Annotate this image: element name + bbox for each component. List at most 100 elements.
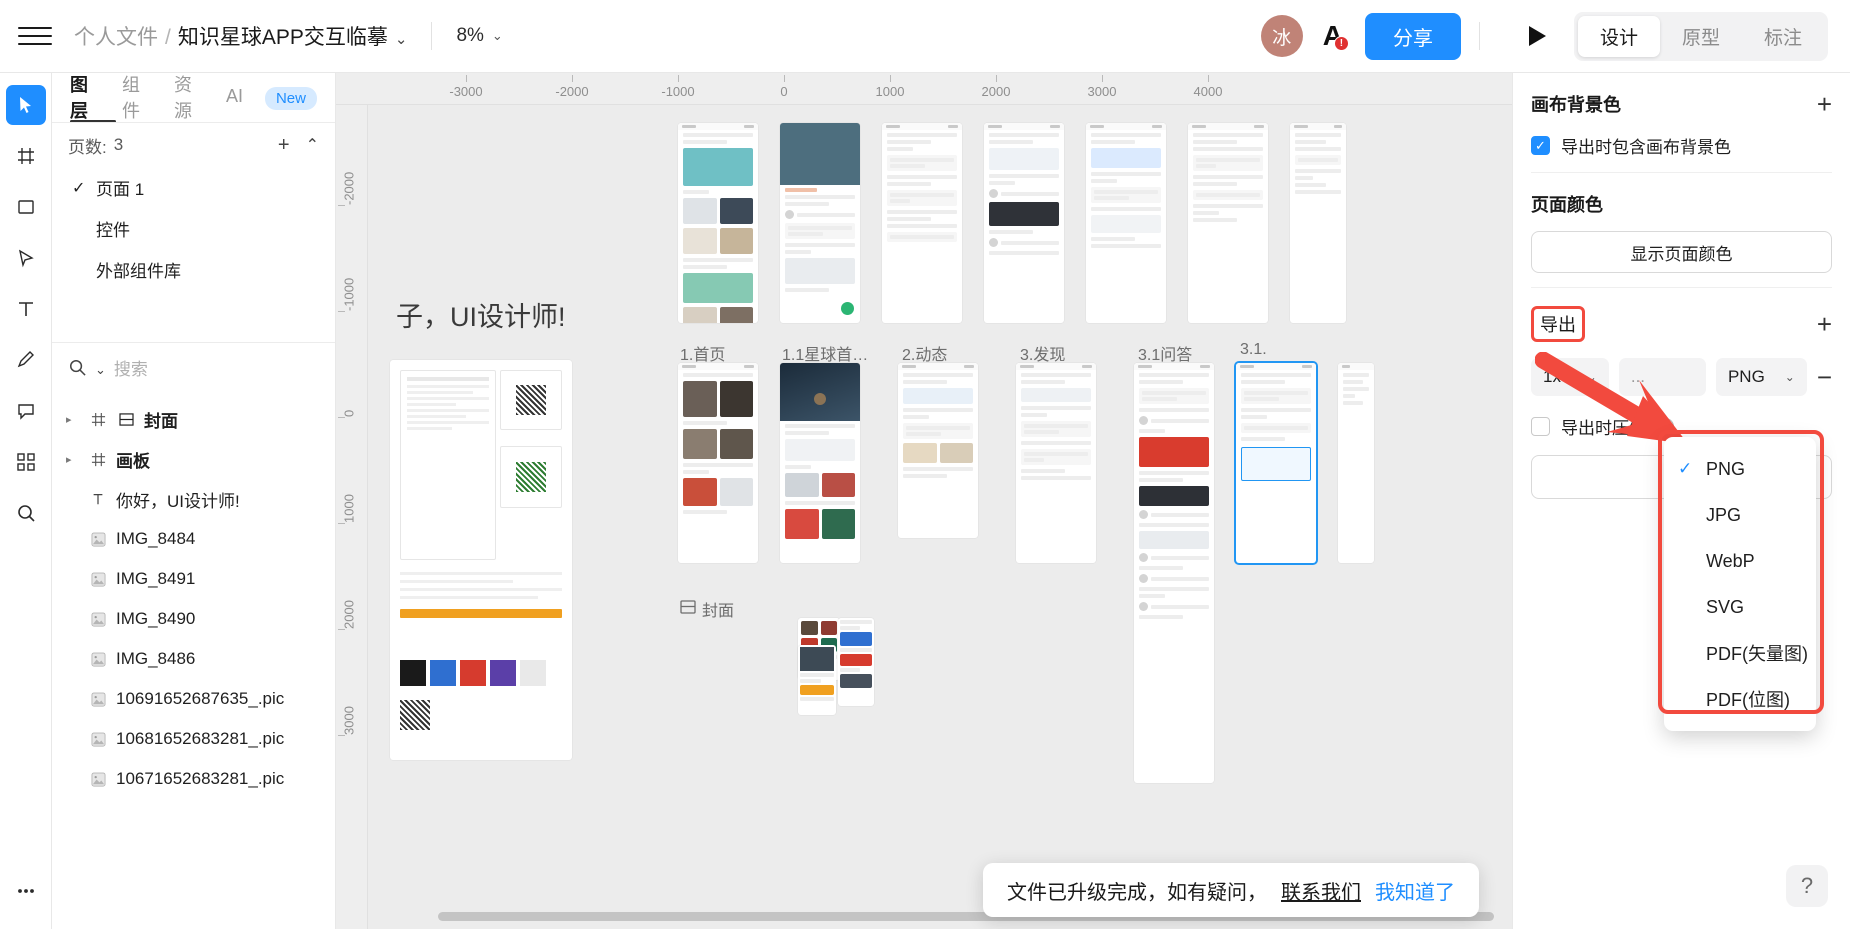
artboard-3-1-partial[interactable] [1338, 363, 1374, 563]
ai-assistant-button[interactable]: A ! [1323, 22, 1349, 51]
menu-item-pdf-bitmap[interactable]: PDF(位图) [1664, 676, 1816, 722]
text-icon[interactable] [6, 289, 46, 329]
search-icon[interactable] [68, 358, 87, 382]
chevron-right-icon[interactable]: ▸ [66, 453, 80, 466]
artboard-3-1-qa[interactable] [1134, 363, 1214, 783]
layer-row-cover[interactable]: ▸ 封面 [52, 399, 335, 439]
page-item-3[interactable]: 外部组件库 [52, 249, 335, 290]
collapse-pages-icon[interactable]: ⌃ [306, 135, 319, 155]
layer-row-image-6[interactable]: 10681652683281_.pic [52, 719, 335, 759]
page-item-1[interactable]: ✓ 页面 1 [52, 167, 335, 208]
add-export-button[interactable]: + [1817, 311, 1832, 337]
artboard-thumb-top-2[interactable] [780, 123, 860, 323]
zoom-icon[interactable] [6, 493, 46, 533]
cover-frame-label-row[interactable]: 封面 [680, 597, 734, 621]
rectangle-icon[interactable] [6, 187, 46, 227]
frame-label-5[interactable]: 3.1问答 [1138, 341, 1192, 365]
artboard-3-1-selected[interactable] [1236, 363, 1316, 563]
avatar[interactable]: 冰 [1260, 15, 1303, 57]
dismiss-toast-button[interactable]: 我知道了 [1375, 876, 1455, 905]
canvas-area[interactable]: -3000 -2000 -1000 0 1000 2000 3000 4000 … [336, 73, 1512, 929]
page-item-2[interactable]: 控件 [52, 208, 335, 249]
menu-item-jpg[interactable]: JPG [1664, 492, 1816, 538]
chevron-right-icon[interactable]: ▸ [66, 413, 80, 426]
artboard-thumb-top-3[interactable] [882, 123, 962, 323]
contact-us-link[interactable]: 联系我们 [1281, 876, 1361, 905]
layer-row-image-1[interactable]: IMG_8484 [52, 519, 335, 559]
artboard-thumb-top-6[interactable] [1188, 123, 1268, 323]
artboard-thumb-top-4[interactable] [984, 123, 1064, 323]
tab-design[interactable]: 设计 [1577, 15, 1660, 57]
header-divider [431, 22, 433, 50]
cover-side-thumb-2[interactable] [798, 645, 836, 715]
artboard-thumb-top-5[interactable] [1086, 123, 1166, 323]
tab-annotation[interactable]: 标注 [1742, 16, 1824, 57]
canvas-text-element[interactable]: 子，UI设计师! [396, 295, 566, 334]
export-format-select[interactable]: PNG ⌄ [1715, 358, 1807, 396]
remove-export-button[interactable]: − [1817, 364, 1832, 390]
tab-components[interactable]: 组件 [122, 71, 152, 126]
layer-row-image-7[interactable]: 10671652683281_.pic [52, 759, 335, 799]
pen-icon[interactable] [6, 238, 46, 278]
export-scale-select[interactable]: 1x ⌄ [1531, 358, 1609, 396]
new-badge[interactable]: New [264, 86, 317, 110]
image-icon [88, 772, 108, 787]
cursor-icon[interactable] [5, 85, 46, 125]
menu-item-svg[interactable]: SVG [1664, 584, 1816, 630]
tab-layers[interactable]: 图层 [70, 71, 100, 126]
layer-row-image-5[interactable]: 10691652687635_.pic [52, 679, 335, 719]
checkbox-checked-icon[interactable]: ✓ [1531, 136, 1550, 155]
search-input[interactable] [113, 360, 335, 380]
help-button[interactable]: ? [1786, 865, 1828, 907]
info-icon[interactable]: i [1657, 418, 1674, 435]
layer-row-text[interactable]: 你好，UI设计师! [52, 479, 335, 519]
cover-side-thumb-3[interactable] [838, 618, 874, 706]
hamburger-menu-icon[interactable] [18, 23, 52, 49]
frame-label-1[interactable]: 1.首页 [680, 341, 725, 365]
checkbox-unchecked-icon[interactable] [1531, 417, 1550, 436]
frame-icon[interactable] [6, 136, 46, 176]
export-suffix-input[interactable]: ... [1618, 358, 1706, 396]
frame-label-3[interactable]: 2.动态 [902, 341, 947, 365]
menu-item-png[interactable]: ✓ PNG [1664, 446, 1816, 492]
layer-row-image-4[interactable]: IMG_8486 [52, 639, 335, 679]
frame-label-6[interactable]: 3.1. [1240, 341, 1267, 359]
compress-checkbox-row[interactable]: 导出时压缩 i [1531, 414, 1832, 439]
comment-icon[interactable] [6, 391, 46, 431]
artboard-thumb-top-7[interactable] [1290, 123, 1346, 323]
include-bg-checkbox-row[interactable]: ✓ 导出时包含画布背景色 [1531, 133, 1832, 158]
frame-label-4[interactable]: 3.发现 [1020, 341, 1065, 365]
zoom-level-selector[interactable]: 8% ⌄ [456, 25, 502, 47]
artboard-1-homepage[interactable] [678, 363, 758, 563]
breadcrumb-current[interactable]: 知识星球APP交互临摹 [178, 21, 388, 51]
tab-ai[interactable]: AI [226, 86, 243, 110]
pencil-icon[interactable] [6, 340, 46, 380]
more-icon[interactable] [6, 871, 46, 911]
layer-row-artboard[interactable]: ▸ 画板 [52, 439, 335, 479]
layer-row-image-2[interactable]: IMG_8491 [52, 559, 335, 599]
chevron-down-icon[interactable]: ⌄ [395, 30, 408, 48]
tab-prototype[interactable]: 原型 [1660, 16, 1742, 57]
artboard-thumb-top-1[interactable] [678, 123, 758, 323]
artboard-2-dynamic[interactable] [898, 363, 978, 538]
app-root: 个人文件 / 知识星球APP交互临摹 ⌄ 8% ⌄ 冰 A ! 分享 设计 原型… [0, 0, 1850, 929]
add-canvas-bg-button[interactable]: + [1817, 91, 1832, 117]
layer-label: 10691652687635_.pic [116, 689, 285, 708]
frame-label-2[interactable]: 1.1星球首… [782, 341, 868, 365]
canvas-viewport[interactable]: 子，UI设计师! 1.首页 1.1星球首… 2.动态 3.发现 3.1问答 3.… [368, 105, 1512, 929]
menu-item-webp[interactable]: WebP [1664, 538, 1816, 584]
breadcrumb-parent[interactable]: 个人文件 [74, 21, 158, 51]
tab-resources[interactable]: 资源 [174, 71, 204, 126]
ruler-tick-label: 2000 [341, 600, 357, 629]
search-filter-chevron-down-icon[interactable]: ⌄ [95, 362, 106, 378]
play-icon[interactable] [1526, 24, 1548, 48]
layer-row-image-3[interactable]: IMG_8490 [52, 599, 335, 639]
artboard-document-large[interactable] [390, 360, 572, 760]
add-page-button[interactable]: + [278, 134, 290, 157]
component-icon[interactable] [6, 442, 46, 482]
show-page-color-button[interactable]: 显示页面颜色 [1531, 231, 1832, 273]
artboard-3-discover[interactable] [1016, 363, 1096, 563]
menu-item-pdf-vector[interactable]: PDF(矢量图) [1664, 630, 1816, 676]
artboard-1-1-planet-home[interactable] [780, 363, 860, 563]
share-button[interactable]: 分享 [1364, 12, 1461, 60]
